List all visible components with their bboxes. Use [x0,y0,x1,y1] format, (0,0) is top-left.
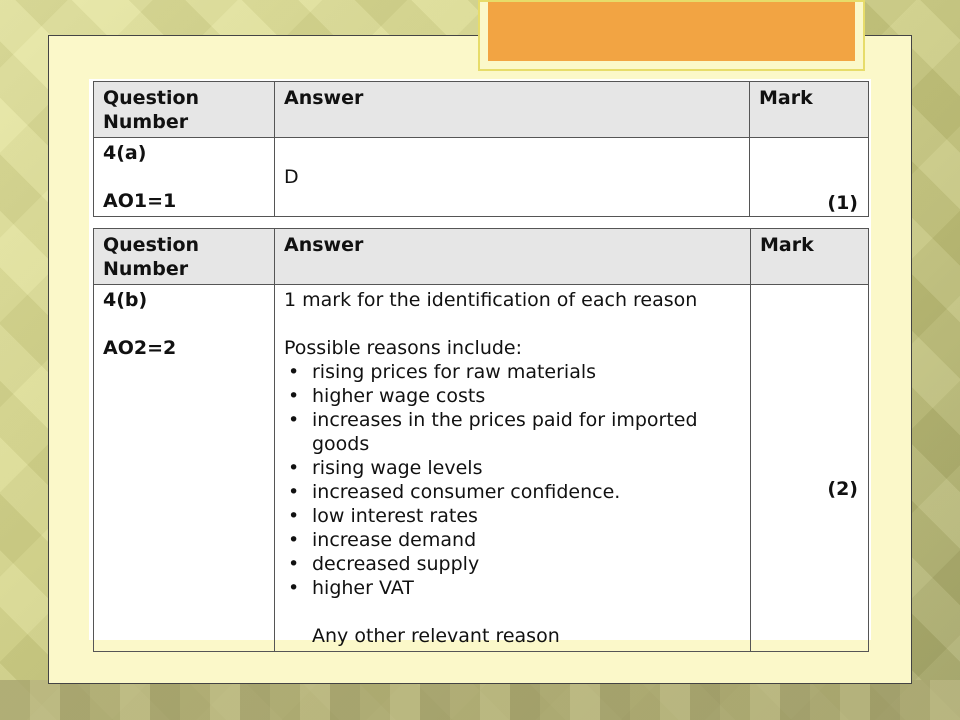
mark-scheme-table-4a: Question Number Answer Mark 4(a) AO1=1 D… [93,81,869,217]
mark-cell: (1) [749,137,869,217]
mark-scheme-table-4b: Question Number Answer Mark 4(b) AO2=2 1… [93,228,869,652]
table-row: 4(a) AO1=1 D (1) [93,137,869,217]
list-item: higher wage costs [284,384,741,408]
list-item: rising prices for raw materials [284,360,741,384]
list-item: rising wage levels [284,456,741,480]
answer-value: D [284,166,299,188]
title-placeholder [478,0,865,71]
title-accent-bar [488,2,855,61]
list-item: increase demand [284,528,741,552]
assessment-objective: AO2=2 [103,337,177,359]
mark-cell: (2) [750,284,869,652]
header-answer: Answer [274,228,751,285]
header-mark: Mark [750,228,869,285]
header-answer: Answer [274,81,750,138]
answer-cell: 1 mark for the identification of each re… [274,284,751,652]
mark-value: (2) [827,478,858,500]
header-question-number: Question Number [93,228,275,285]
table-row: 4(b) AO2=2 1 mark for the identification… [93,284,869,652]
list-item: increases in the prices paid for importe… [284,408,741,456]
list-item: higher VAT [284,576,741,600]
table-header-row: Question Number Answer Mark [93,228,869,285]
reasons-heading: Possible reasons include: [284,337,523,359]
bottom-decorative-strip [0,680,960,720]
question-cell: 4(a) AO1=1 [93,137,275,217]
question-number: 4(a) [103,142,147,164]
answer-intro: 1 mark for the identification of each re… [284,289,698,311]
assessment-objective: AO1=1 [103,190,177,212]
table-header-row: Question Number Answer Mark [93,81,869,138]
list-item: low interest rates [284,504,741,528]
closing-note: Any other relevant reason [312,625,560,647]
header-question-number: Question Number [93,81,275,138]
question-number: 4(b) [103,289,148,311]
list-item: increased consumer confidence. [284,480,741,504]
mark-value: (1) [827,192,858,214]
header-mark: Mark [749,81,869,138]
answer-cell: D [274,137,750,217]
question-cell: 4(b) AO2=2 [93,284,275,652]
reasons-list: rising prices for raw materials higher w… [284,360,741,600]
list-item: decreased supply [284,552,741,576]
